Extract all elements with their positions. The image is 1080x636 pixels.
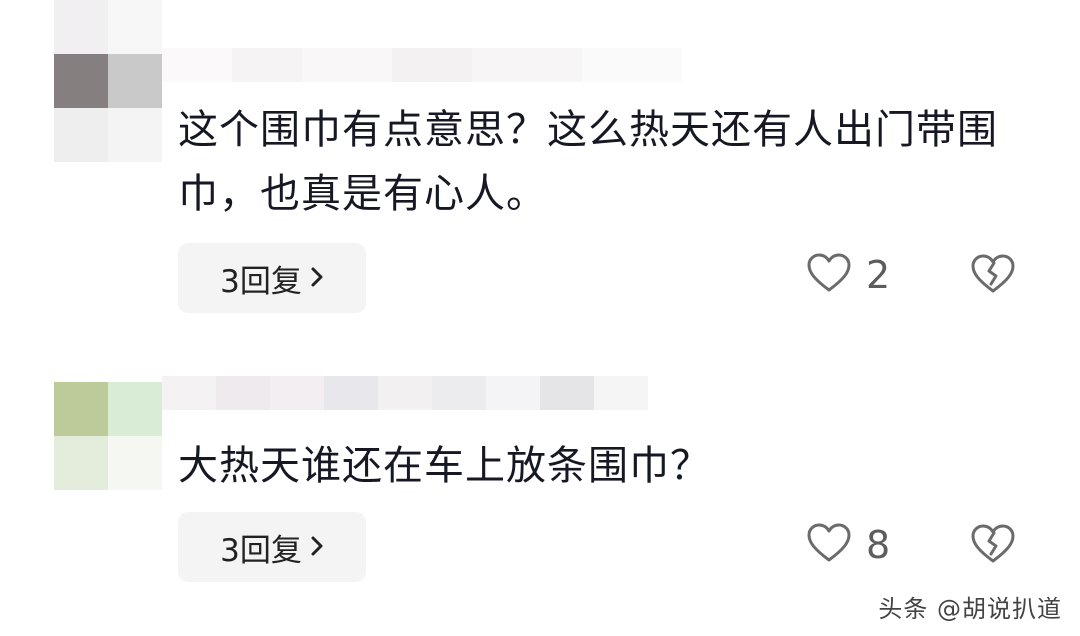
avatar[interactable] [54, 54, 162, 162]
like-button[interactable]: 8 [806, 522, 890, 568]
watermark: 头条 @胡说扒道 [878, 595, 1062, 623]
heart-outline-icon [806, 522, 852, 568]
chevron-right-icon [310, 261, 324, 296]
blurred-username[interactable] [162, 48, 682, 82]
broken-heart-icon [970, 254, 1016, 299]
comment-item: 大热天谁还在车上放条围巾？ 3回复 8 [0, 370, 1080, 600]
reply-count-label: 3回复 [220, 263, 302, 300]
blurred-username[interactable] [162, 376, 648, 410]
dislike-button[interactable] [970, 253, 1016, 299]
like-button[interactable]: 2 [806, 252, 890, 298]
avatar[interactable] [54, 382, 162, 490]
broken-heart-icon [970, 524, 1016, 569]
dislike-button[interactable] [970, 523, 1016, 569]
like-count: 2 [866, 253, 891, 297]
view-replies-button[interactable]: 3回复 [178, 243, 366, 313]
chevron-right-icon [310, 530, 324, 565]
comment-text: 这个围巾有点意思？这么热天还有人出门带围巾，也真是有心人。 [178, 107, 998, 217]
comment-item: 这个围巾有点意思？这么热天还有人出门带围巾，也真是有心人。 3回复 2 [0, 0, 1080, 330]
reply-count-label: 3回复 [220, 532, 302, 569]
heart-outline-icon [806, 252, 852, 298]
blurred-username-fragment [54, 0, 162, 54]
like-count: 8 [866, 523, 891, 567]
comment-text: 大热天谁还在车上放条围巾？ [178, 443, 711, 489]
view-replies-button[interactable]: 3回复 [178, 512, 366, 582]
